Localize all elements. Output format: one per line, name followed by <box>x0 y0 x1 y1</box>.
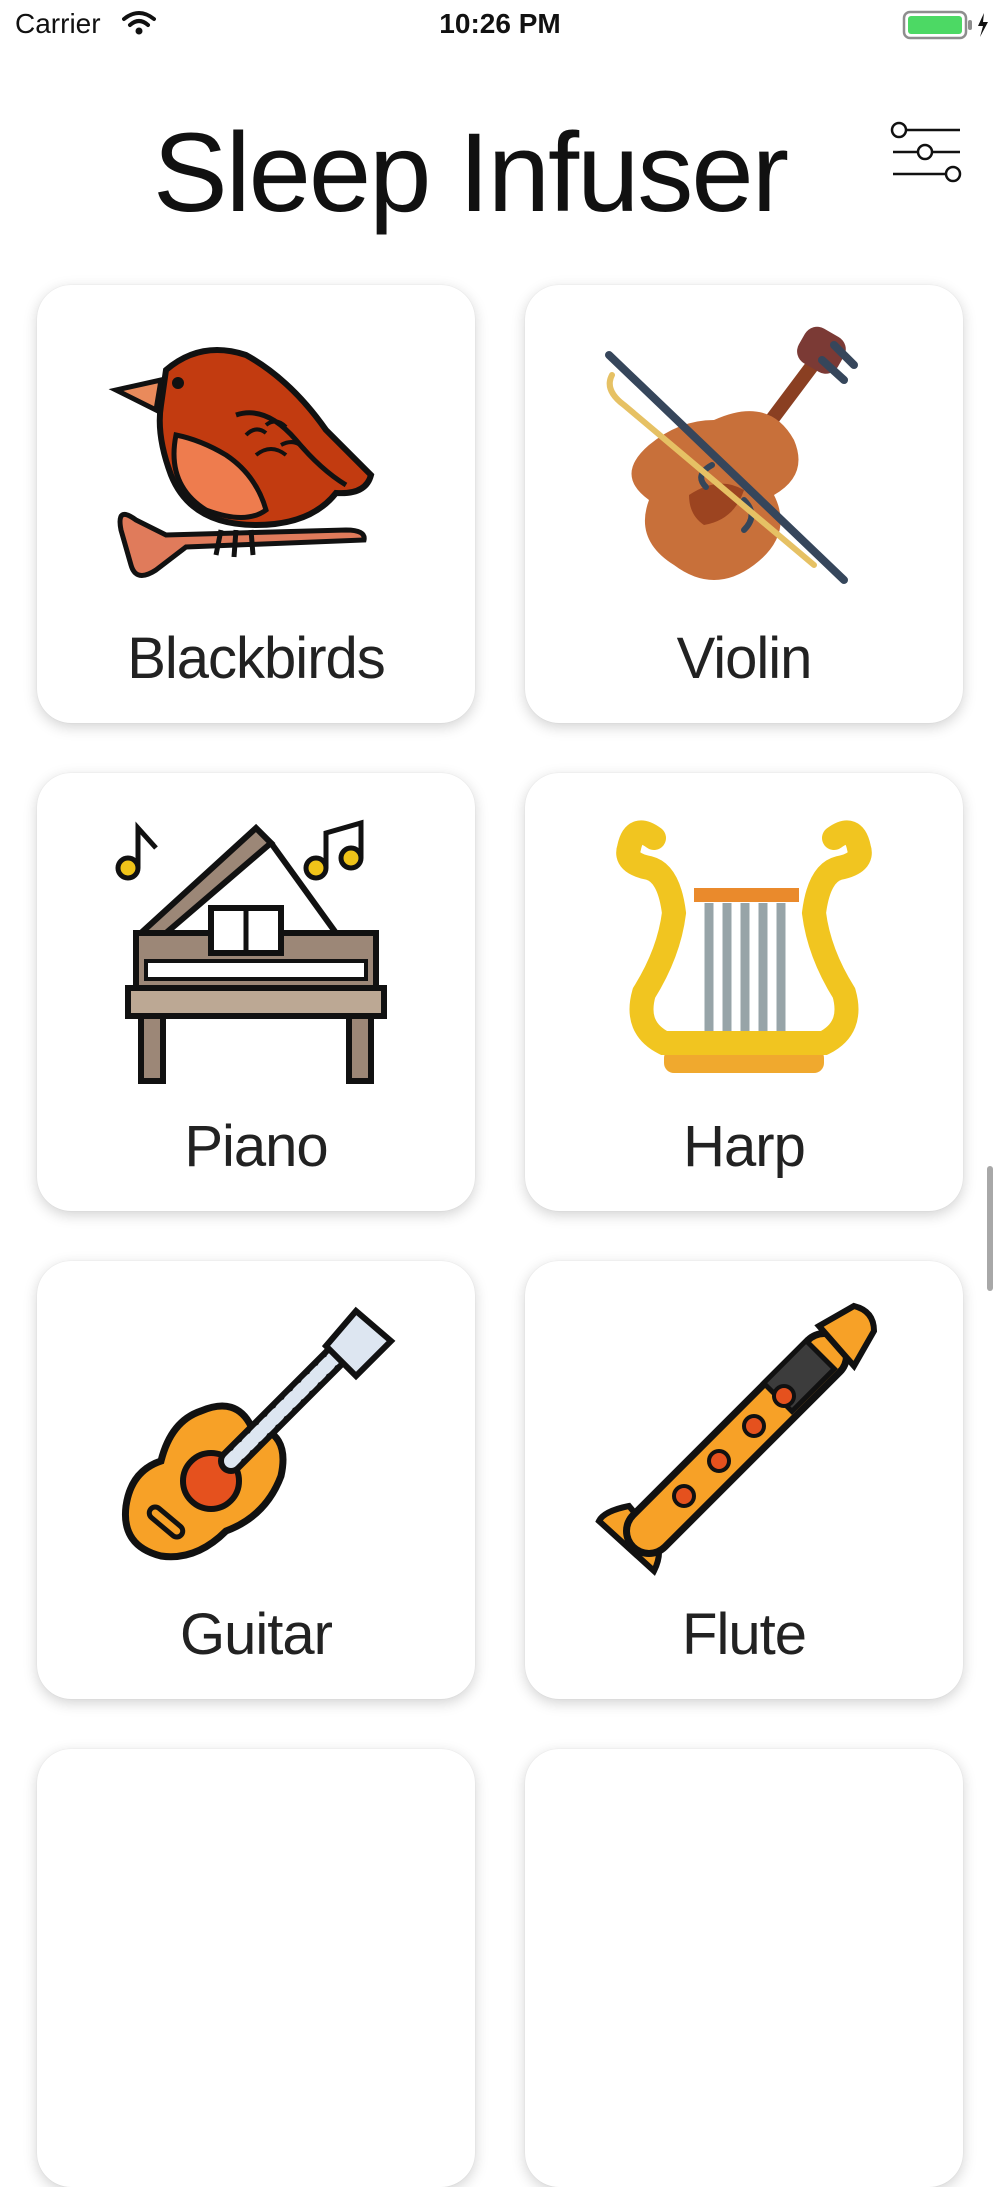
sound-label: Guitar <box>180 1602 333 1667</box>
sound-card-flute[interactable]: Flute <box>525 1261 963 1699</box>
violin-icon <box>605 326 858 584</box>
sound-label: Blackbirds <box>127 626 386 691</box>
guitar-icon <box>121 1306 396 1561</box>
sound-label: Harp <box>683 1114 806 1179</box>
status-bar: Carrier 10:26 PM <box>0 0 1000 50</box>
sound-card-blackbirds[interactable]: Blackbirds <box>37 285 475 723</box>
piano-icon <box>115 819 387 1084</box>
clock: 10:26 PM <box>439 8 561 39</box>
sound-label: Piano <box>184 1114 328 1179</box>
sound-label: Violin <box>676 626 813 691</box>
sound-card-guitar[interactable]: Guitar <box>37 1261 475 1699</box>
sound-label: Flute <box>682 1602 807 1667</box>
blackbird-icon <box>108 347 375 578</box>
flute-icon <box>595 1302 878 1576</box>
sound-card-harp[interactable]: Harp <box>525 773 963 1211</box>
harp-icon <box>616 820 872 1073</box>
sound-card-partial[interactable] <box>525 1749 963 2187</box>
sound-card-violin[interactable]: Violin <box>525 285 963 723</box>
app-title: Sleep Infuser <box>153 110 789 235</box>
scroll-indicator[interactable] <box>987 1166 993 1291</box>
settings-button[interactable] <box>885 118 965 198</box>
app-header: Sleep Infuser <box>0 90 1000 240</box>
sliders-icon <box>890 121 962 183</box>
battery-icon <box>902 10 992 45</box>
sound-card-partial[interactable] <box>37 1749 475 2187</box>
sound-card-piano[interactable]: Piano <box>37 773 475 1211</box>
